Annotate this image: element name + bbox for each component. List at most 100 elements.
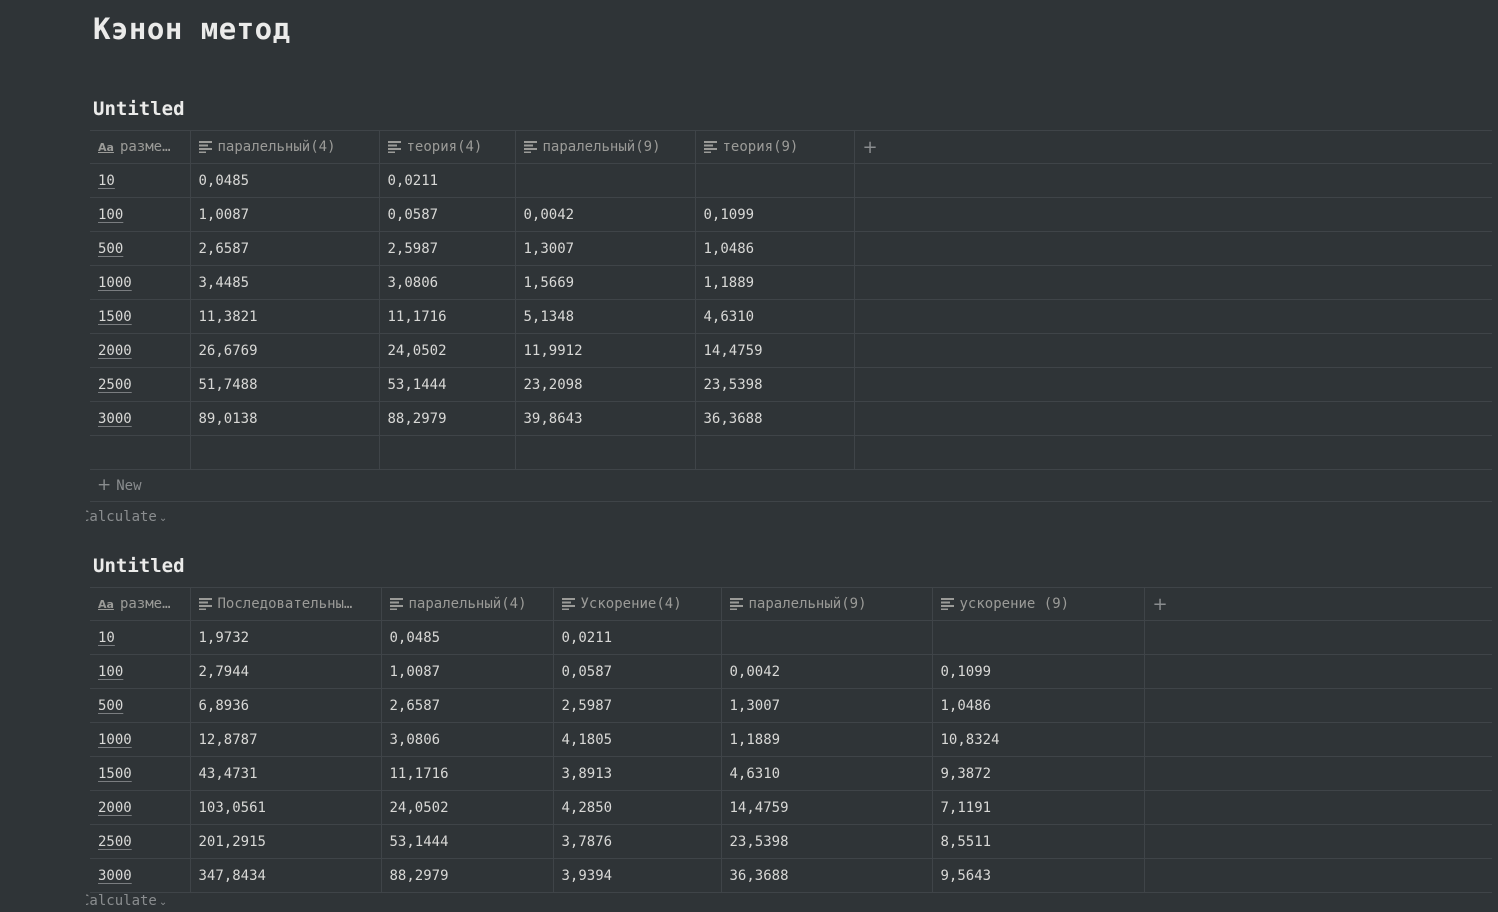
table-cell[interactable]: 2,7944	[190, 654, 382, 689]
table-row[interactable]: 100 1,0087 0,0587 0,0042 0,1099	[90, 197, 1492, 232]
table-cell[interactable]: 1,5669	[515, 265, 696, 300]
table-cell[interactable]: 1,0486	[695, 231, 855, 266]
table-row[interactable]: 100 2,7944 1,0087 0,0587 0,0042 0,1099	[90, 654, 1492, 689]
table-cell[interactable]: 0,0211	[379, 163, 516, 198]
table-cell[interactable]: 201,2915	[190, 824, 382, 859]
table-cell[interactable]: 0,0485	[190, 163, 380, 198]
table-cell[interactable]: 4,6310	[721, 756, 933, 791]
table-row[interactable]: 3000 89,0138 88,2979 39,8643 36,3688	[90, 401, 1492, 436]
table-row[interactable]: 3000 347,8434 88,2979 3,9394 36,3688 9,5643	[90, 858, 1492, 893]
table-cell[interactable]	[695, 163, 855, 198]
table-cell[interactable]: 9,5643	[932, 858, 1145, 893]
table-cell[interactable]: 11,9912	[515, 333, 696, 368]
row-title-cell[interactable]: 100	[90, 197, 191, 232]
table-cell[interactable]	[721, 620, 933, 655]
row-title-cell[interactable]: 2000	[90, 333, 191, 368]
table-cell[interactable]: 0,0042	[515, 197, 696, 232]
table-cell[interactable]: 14,4759	[721, 790, 933, 825]
table-cell[interactable]: 23,5398	[721, 824, 933, 859]
table-cell[interactable]: 2,6587	[190, 231, 380, 266]
column-header[interactable]: теория(4)	[379, 130, 516, 164]
row-title-cell[interactable]: 10	[90, 620, 191, 655]
table-cell[interactable]: 0,1099	[932, 654, 1145, 689]
table-row[interactable]: 10 1,9732 0,0485 0,0211	[90, 620, 1492, 655]
calculate-button[interactable]: Calculate ⌄	[86, 893, 186, 909]
table-cell[interactable]: 3,9394	[553, 858, 722, 893]
table-cell[interactable]: 43,4731	[190, 756, 382, 791]
table-cell[interactable]: 2,5987	[379, 231, 516, 266]
table-cell[interactable]	[515, 435, 696, 470]
row-title-cell[interactable]: 1500	[90, 299, 191, 334]
row-title-cell[interactable]: 3000	[90, 401, 191, 436]
table-row[interactable]: 1000 3,4485 3,0806 1,5669 1,1889	[90, 265, 1492, 300]
table-cell[interactable]: 26,6769	[190, 333, 380, 368]
table-cell[interactable]: 0,0587	[379, 197, 516, 232]
calculate-button[interactable]: Calculate ⌄	[86, 509, 186, 525]
table-cell[interactable]	[695, 435, 855, 470]
table-cell[interactable]: 7,1191	[932, 790, 1145, 825]
table-cell[interactable]: 1,0087	[190, 197, 380, 232]
table-cell[interactable]: 39,8643	[515, 401, 696, 436]
table-cell[interactable]: 88,2979	[379, 401, 516, 436]
row-title-cell[interactable]	[90, 435, 191, 470]
table-row[interactable]: 2500 201,2915 53,1444 3,7876 23,5398 8,5511	[90, 824, 1492, 859]
column-header[interactable]: ускорение (9)	[932, 587, 1145, 621]
row-title-cell[interactable]: 500	[90, 231, 191, 266]
row-title-cell[interactable]: 500	[90, 688, 191, 723]
table-cell[interactable]: 24,0502	[381, 790, 554, 825]
table-cell[interactable]: 5,1348	[515, 299, 696, 334]
table-row[interactable]: 500 6,8936 2,6587 2,5987 1,3007 1,0486	[90, 688, 1492, 723]
table-cell[interactable]	[515, 163, 696, 198]
table-cell[interactable]: 103,0561	[190, 790, 382, 825]
table-cell[interactable]: 11,3821	[190, 299, 380, 334]
column-header[interactable]: паралельный(4)	[381, 587, 554, 621]
column-header[interactable]: паралельный(9)	[721, 587, 933, 621]
table-cell[interactable]: 6,8936	[190, 688, 382, 723]
column-header[interactable]: теория(9)	[695, 130, 855, 164]
table-cell[interactable]: 89,0138	[190, 401, 380, 436]
table-cell[interactable]: 4,1805	[553, 722, 722, 757]
column-header[interactable]: паралельный(4)	[190, 130, 380, 164]
table-cell[interactable]: 9,3872	[932, 756, 1145, 791]
table-cell[interactable]: 1,1889	[721, 722, 933, 757]
column-header[interactable]: Aa разме…	[90, 130, 191, 164]
row-title-cell[interactable]: 1000	[90, 722, 191, 757]
table-cell[interactable]: 23,2098	[515, 367, 696, 402]
table-cell[interactable]: 36,3688	[721, 858, 933, 893]
column-header[interactable]: Aa разме…	[90, 587, 191, 621]
table-cell[interactable]: 23,5398	[695, 367, 855, 402]
row-title-cell[interactable]: 10	[90, 163, 191, 198]
row-title-cell[interactable]: 3000	[90, 858, 191, 893]
table-cell[interactable]: 3,0806	[381, 722, 554, 757]
row-title-cell[interactable]: 2500	[90, 367, 191, 402]
table-cell[interactable]: 14,4759	[695, 333, 855, 368]
table-row[interactable]: 2000 26,6769 24,0502 11,9912 14,4759	[90, 333, 1492, 368]
table-cell[interactable]: 1,9732	[190, 620, 382, 655]
column-header[interactable]: паралельный(9)	[515, 130, 696, 164]
row-title-cell[interactable]: 1000	[90, 265, 191, 300]
table-cell[interactable]: 53,1444	[381, 824, 554, 859]
table-cell[interactable]: 2,5987	[553, 688, 722, 723]
add-column-button[interactable]: +	[854, 130, 1492, 164]
table-cell[interactable]: 4,2850	[553, 790, 722, 825]
row-title-cell[interactable]: 100	[90, 654, 191, 689]
table-cell[interactable]: 1,3007	[721, 688, 933, 723]
table-cell[interactable]: 1,3007	[515, 231, 696, 266]
row-title-cell[interactable]: 2500	[90, 824, 191, 859]
table-cell[interactable]: 3,7876	[553, 824, 722, 859]
table-row[interactable]: 1000 12,8787 3,0806 4,1805 1,1889 10,8324	[90, 722, 1492, 757]
table-cell[interactable]: 12,8787	[190, 722, 382, 757]
table-cell[interactable]: 8,5511	[932, 824, 1145, 859]
table-cell[interactable]: 1,1889	[695, 265, 855, 300]
table-cell[interactable]: 88,2979	[381, 858, 554, 893]
database-title[interactable]: Untitled	[93, 98, 185, 120]
database-title[interactable]: Untitled	[93, 555, 185, 577]
column-header[interactable]: Ускорение(4)	[553, 587, 722, 621]
table-row[interactable]: 10 0,0485 0,0211	[90, 163, 1492, 198]
add-column-button[interactable]: +	[1144, 587, 1492, 621]
table-cell[interactable]: 1,0087	[381, 654, 554, 689]
table-cell[interactable]: 10,8324	[932, 722, 1145, 757]
table-row[interactable]: 2500 51,7488 53,1444 23,2098 23,5398	[90, 367, 1492, 402]
table-cell[interactable]: 4,6310	[695, 299, 855, 334]
table-cell[interactable]: 51,7488	[190, 367, 380, 402]
